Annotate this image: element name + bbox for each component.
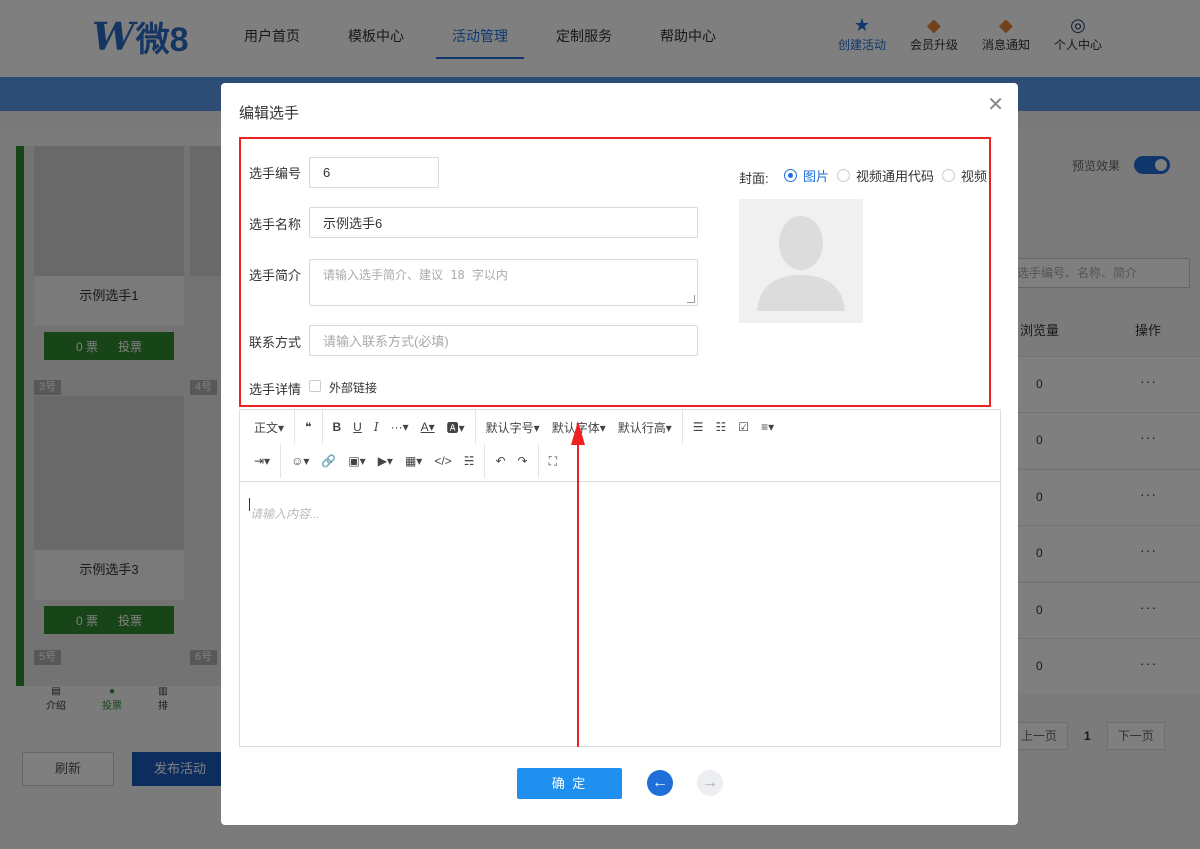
more-format-dropdown[interactable]: ···▾	[385, 410, 415, 444]
link-icon[interactable]: 🔗	[315, 444, 342, 478]
paragraph-format-dropdown[interactable]: 正文▾	[248, 410, 290, 444]
redo-icon[interactable]: ↷	[512, 444, 534, 478]
emoji-dropdown[interactable]: ☺▾	[285, 444, 315, 478]
image-dropdown[interactable]: ▣▾	[342, 444, 371, 478]
table-dropdown[interactable]: ▦▾	[399, 444, 428, 478]
undo-icon[interactable]: ↶	[489, 444, 511, 478]
background-color-dropdown[interactable]: 🅰▾	[441, 410, 471, 444]
previous-player-button[interactable]: ←	[647, 770, 673, 796]
editor-toolbar-row-2: ⇥▾ ☺▾ 🔗 ▣▾ ▶▾ ▦▾ </> ☵ ↶ ↷ ⛶	[240, 444, 563, 478]
video-dropdown[interactable]: ▶▾	[372, 444, 399, 478]
bullet-list-icon[interactable]: ☰	[687, 410, 710, 444]
arrow-left-icon: ←	[652, 774, 668, 791]
font-color-dropdown[interactable]: A▾	[415, 410, 441, 444]
editor-content-area[interactable]: 请输入内容...	[240, 481, 1000, 747]
dialog-title: 编辑选手	[239, 105, 300, 122]
font-size-dropdown[interactable]: 默认字号▾	[480, 410, 546, 444]
bold-icon[interactable]: B	[327, 410, 348, 444]
numbered-list-icon[interactable]: ☷	[710, 410, 733, 444]
arrow-right-icon: →	[702, 774, 718, 791]
arrow-annotation-line	[577, 443, 579, 747]
indent-dropdown[interactable]: ⇥▾	[248, 444, 276, 478]
underline-icon[interactable]: U	[347, 410, 368, 444]
editor-toolbar-row-1: 正文▾ ❝ B U I ···▾ A▾ 🅰▾ 默认字号▾ 默认字体▾ 默认行高▾…	[240, 410, 780, 444]
blockquote-icon[interactable]: ❝	[299, 410, 317, 444]
code-icon[interactable]: </>	[428, 444, 457, 478]
divider-icon[interactable]: ☵	[458, 444, 481, 478]
arrow-annotation-head	[571, 421, 585, 445]
editor-placeholder: 请输入内容...	[250, 507, 321, 521]
italic-icon[interactable]: I	[368, 410, 385, 444]
align-dropdown[interactable]: ≡▾	[755, 410, 780, 444]
next-player-button[interactable]: →	[697, 770, 723, 796]
rich-text-editor: 正文▾ ❝ B U I ···▾ A▾ 🅰▾ 默认字号▾ 默认字体▾ 默认行高▾…	[239, 409, 1001, 747]
edit-player-dialog: 编辑选手 ✕ 选手编号 6 选手名称 示例选手6 选手简介 请输入选手简介、建议…	[221, 83, 1018, 825]
line-height-dropdown[interactable]: 默认行高▾	[612, 410, 678, 444]
highlight-annotation	[239, 137, 991, 407]
fullscreen-icon[interactable]: ⛶	[543, 444, 563, 478]
todo-list-icon[interactable]: ☑	[732, 410, 755, 444]
close-icon[interactable]: ✕	[987, 95, 1004, 115]
confirm-button[interactable]: 确 定	[517, 768, 622, 799]
